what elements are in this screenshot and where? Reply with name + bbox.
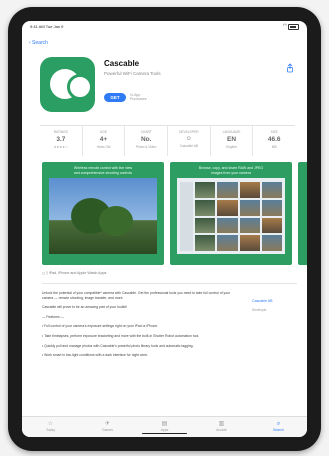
photo-grid [195,182,282,251]
stat-sub: ★★★★☆ [53,145,68,149]
back-button[interactable]: ‹ Search [29,40,48,46]
app-icon-lens [67,74,93,100]
today-icon: ☆ [47,421,54,427]
status-bar: 9:41 AM Tue Jan 9 ◠ [22,21,307,31]
stat-label: LANGUAGE [222,130,241,134]
photo-thumb [239,182,260,198]
developer-link[interactable]: Cascable AB [252,299,273,303]
stat-label: DEVELOPER [179,130,199,134]
photo-thumb [261,217,282,234]
photo-thumb [261,199,282,216]
get-button[interactable]: GET [104,93,126,102]
photo-thumb [195,199,216,216]
mini-sidebar [180,182,193,251]
photo-thumb [217,199,238,216]
stat-sub: Cascable AB [179,144,198,148]
tab-label: Games [102,428,113,432]
stat-value: No. [140,136,152,143]
compatibility-note: ◻ ▯ iPad, iPhone and Apple Watch Apps [42,271,107,275]
tab-label: Search [273,428,284,432]
screenshot-2[interactable]: Browse, copy, and share RAW and JPEG ima… [170,162,292,265]
stat-sub: Photo & Video [136,145,157,149]
home-indicator[interactable] [142,432,187,434]
description-paragraph: — Features — [42,314,65,319]
stat-label: SIZE [270,130,278,134]
stat-sub: MB [271,145,277,149]
stat-chart: CHART No. Photo & Video [125,126,169,156]
description-paragraph: • Full control of your camera's exposure… [42,324,159,329]
stat-developer[interactable]: DEVELOPER ☺ Cascable AB [168,126,211,156]
photo-thumb [239,199,260,216]
photo-thumb [239,217,260,234]
tab-games[interactable]: ✈ Games [79,417,136,437]
divider [42,283,297,284]
battery-icon [288,24,299,30]
description-paragraph: Cascable will prove to be an amazing par… [42,305,127,310]
arcade-icon: ▥ [218,421,225,427]
stat-ratings: RATINGS 3.7 ★★★★☆ [40,126,83,156]
stat-value: 3.7 [56,136,66,143]
stat-size: SIZE 46.6 MB [253,126,295,156]
stat-age: AGE 4+ Years Old [83,126,126,156]
developer-icon: ☺ [185,136,192,142]
stat-label: CHART [140,130,152,134]
photo-thumb [239,235,260,251]
in-app-purchases-note: In-App Purchases [130,93,147,101]
app-description: Unlock the potential of your compatible*… [42,291,242,363]
screen: 9:41 AM Tue Jan 9 ◠ ‹ Search Cascable Po… [22,21,307,437]
tab-arcade[interactable]: ▥ Arcade [193,417,250,437]
photo-thumb [261,182,282,198]
stat-value: 4+ [99,136,108,143]
info-stats-bar: RATINGS 3.7 ★★★★☆ AGE 4+ Years Old CHART… [40,125,295,156]
photo-thumb [217,217,238,234]
wifi-icon: ◠ [282,23,287,29]
developer-sub: Developer [252,308,267,312]
screenshot-3-peek[interactable] [298,162,307,265]
tab-today[interactable]: ☆ Today [22,417,79,437]
tab-label: Arcade [216,428,227,432]
photo-thumb [195,217,216,234]
description-paragraph: • Take timelapses, perform exposure brac… [42,333,200,338]
tree-shape [99,206,133,236]
screenshot-caption: Wireless remote control with live view a… [73,166,133,175]
games-icon: ✈ [104,421,111,427]
stat-value: 46.6 [267,136,281,143]
screenshot-caption: Browse, copy, and share RAW and JPEG ima… [198,166,264,175]
tab-label: Today [45,428,56,432]
stat-sub: English [226,145,237,149]
description-paragraph: • Quickly pull and manage photos with Ca… [42,343,194,348]
apps-icon: ▤ [161,421,168,427]
tab-label: Apps [160,428,169,432]
screenshot-image [177,178,285,254]
share-icon[interactable] [285,63,295,73]
screenshot-image [49,178,157,254]
photo-thumb [261,235,282,251]
photo-thumb [195,235,216,251]
stat-sub: Years Old [96,145,111,149]
tab-search[interactable]: ⌕ Search [250,417,307,437]
photo-thumb [195,182,216,198]
photo-thumb [217,182,238,198]
description-paragraph: • Work smart in low-light conditions wit… [42,353,149,358]
stat-label: AGE [100,130,107,134]
app-title: Cascable [104,59,140,68]
stat-language: LANGUAGE EN English [211,126,254,156]
tab-apps[interactable]: ▤ Apps [136,417,193,437]
photo-thumb [217,235,238,251]
stat-label: RATINGS [53,130,68,134]
screenshot-carousel[interactable]: Wireless remote control with live view a… [42,162,307,265]
screenshot-1[interactable]: Wireless remote control with live view a… [42,162,164,265]
ipad-frame: 9:41 AM Tue Jan 9 ◠ ‹ Search Cascable Po… [8,7,321,451]
search-icon: ⌕ [276,421,281,427]
stat-value: EN [227,136,237,143]
description-paragraph: Unlock the potential of your compatible*… [42,291,231,300]
status-time: 9:41 AM Tue Jan 9 [30,24,64,29]
app-icon [40,57,95,112]
app-subtitle: Powerful WiFi Camera Tools [104,71,161,76]
